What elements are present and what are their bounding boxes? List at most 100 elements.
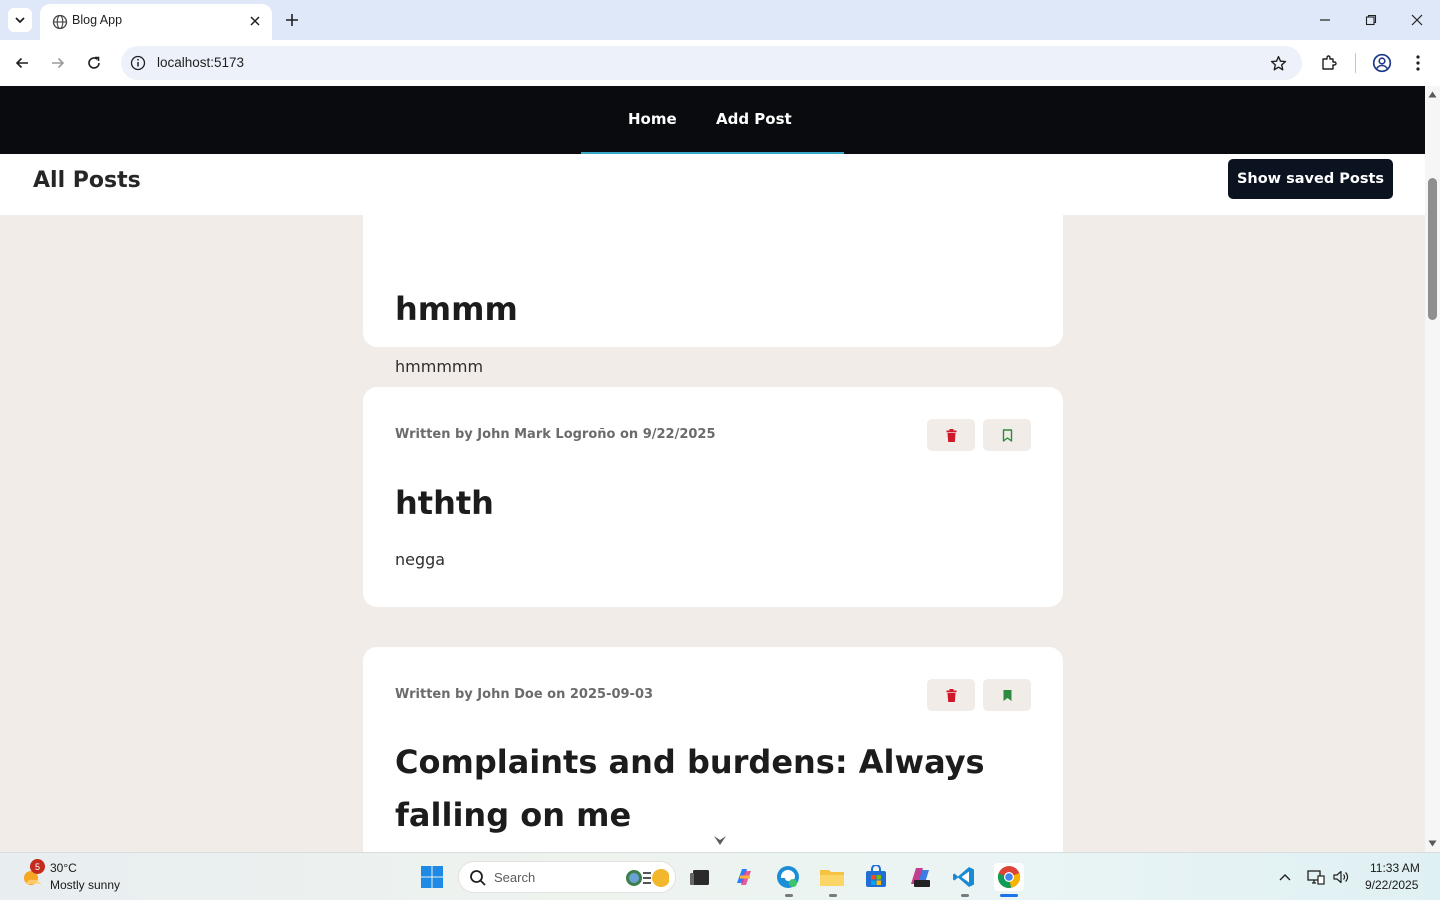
vscode-running-indicator <box>961 894 969 897</box>
profile-icon <box>1372 53 1392 73</box>
triangle-up-icon <box>1428 91 1437 98</box>
tab-close-button[interactable] <box>246 12 264 30</box>
bookmark-icon <box>1003 689 1011 701</box>
restore-button[interactable] <box>1361 10 1381 30</box>
tab-search-button[interactable] <box>8 8 32 32</box>
volume-button[interactable] <box>1331 867 1351 887</box>
tray-overflow-button[interactable] <box>1275 867 1295 887</box>
restore-icon <box>1365 14 1377 26</box>
browser-tab[interactable]: Blog App <box>40 4 272 40</box>
reload-icon <box>88 56 100 69</box>
copilot-icon <box>737 869 751 885</box>
page-scrollbar[interactable] <box>1425 86 1440 852</box>
weather-condition[interactable]: Mostly sunny <box>50 878 120 892</box>
puzzle-icon <box>1322 55 1337 70</box>
chrome-active-indicator <box>1000 894 1018 897</box>
post-card: Written by John Mark Logroño on 9/22/202… <box>363 387 1063 607</box>
site-info-button[interactable] <box>129 54 147 72</box>
post-title: Complaints and burdens: Always falling o… <box>395 743 985 834</box>
post-card: Written by John Doe on 2025-09-03 Compla… <box>363 647 1063 852</box>
task-view-icon <box>690 870 709 885</box>
post-meta: Written by John Doe on 2025-09-03 <box>395 687 654 702</box>
network-icon <box>1307 870 1325 885</box>
menu-button[interactable] <box>1407 52 1429 74</box>
browser-tab-strip: Blog App <box>0 0 1440 40</box>
task-view-button[interactable] <box>686 863 714 891</box>
info-icon <box>130 55 146 71</box>
file-explorer-button[interactable] <box>818 863 846 891</box>
address-bar[interactable]: localhost:5173 <box>121 46 1302 80</box>
profile-button[interactable] <box>1371 52 1393 74</box>
bookmark-star-button[interactable] <box>1268 53 1288 73</box>
top-navbar: Home Add Post <box>0 86 1425 154</box>
delete-post-button[interactable] <box>927 419 975 451</box>
close-icon <box>250 16 260 26</box>
speaker-icon <box>1333 870 1349 884</box>
nav-link-home[interactable]: Home <box>628 110 677 128</box>
save-post-button[interactable] <box>983 419 1031 451</box>
clock-date[interactable]: 9/22/2025 <box>1365 878 1418 892</box>
globe-icon <box>52 14 68 30</box>
extensions-button[interactable] <box>1318 52 1340 74</box>
bookmark-icon <box>1002 428 1012 442</box>
store-button[interactable] <box>862 863 890 891</box>
edge-running-indicator <box>785 894 793 897</box>
page-viewport: hmmm hmmmmm Written by John Mark Logroño… <box>0 86 1425 852</box>
minimize-icon <box>1320 19 1330 21</box>
page-title: All Posts <box>33 168 141 193</box>
scroll-down-arrow[interactable] <box>1428 839 1437 848</box>
store-icon <box>866 865 886 887</box>
folder-icon <box>820 870 844 886</box>
window-close-button[interactable] <box>1407 10 1427 30</box>
vscode-button[interactable] <box>950 863 978 891</box>
search-icon <box>470 870 486 886</box>
new-tab-button[interactable] <box>282 10 302 30</box>
scroll-up-arrow[interactable] <box>1428 90 1437 99</box>
copilot-button[interactable] <box>730 863 758 891</box>
edge-icon <box>777 866 799 888</box>
back-button[interactable] <box>11 52 33 74</box>
post-meta: Written by John Mark Logroño on 9/22/202… <box>395 427 716 442</box>
windows-start-icon[interactable] <box>420 865 444 889</box>
trash-icon <box>946 688 956 702</box>
trash-icon <box>946 428 956 442</box>
post-title: hthth <box>395 484 494 522</box>
taskbar-search[interactable]: Search <box>458 861 676 893</box>
clock-time[interactable]: 11:33 AM <box>1370 861 1420 875</box>
weather-temperature[interactable]: 30°C <box>50 861 77 875</box>
page-header: All Posts Show saved Posts <box>0 154 1425 215</box>
weather-notification-badge: 5 <box>30 859 45 874</box>
ms365-button[interactable] <box>906 863 934 891</box>
chevron-down-icon <box>15 17 25 24</box>
os-taskbar: 5 30°C Mostly sunny Search 11:33 AM 9/22… <box>0 852 1440 900</box>
tab-title: Blog App <box>72 13 123 27</box>
plus-icon <box>286 14 298 26</box>
vscode-icon <box>953 867 974 887</box>
toolbar-separator <box>1355 53 1356 73</box>
star-icon <box>1270 55 1286 70</box>
scrollbar-thumb[interactable] <box>1428 178 1437 320</box>
minimize-button[interactable] <box>1315 10 1335 30</box>
reload-button[interactable] <box>83 52 105 74</box>
post-title: hmmm <box>395 290 518 328</box>
scroll-down-hint[interactable] <box>707 830 733 852</box>
chevron-up-icon <box>1279 874 1291 881</box>
chrome-button[interactable] <box>994 863 1024 891</box>
forward-button[interactable] <box>47 52 69 74</box>
search-placeholder: Search <box>494 870 536 885</box>
show-saved-posts-button[interactable]: Show saved Posts <box>1228 159 1393 199</box>
network-button[interactable] <box>1306 867 1326 887</box>
explorer-running-indicator <box>829 894 837 897</box>
browser-toolbar: localhost:5173 <box>0 40 1440 86</box>
url-text[interactable]: localhost:5173 <box>157 55 244 70</box>
arrow-right-icon <box>52 57 65 69</box>
close-icon <box>1411 14 1423 26</box>
post-body: negga <box>395 550 446 569</box>
save-post-button[interactable] <box>983 679 1031 711</box>
delete-post-button[interactable] <box>927 679 975 711</box>
edge-button[interactable] <box>774 863 802 891</box>
arrow-left-icon <box>15 57 28 69</box>
chrome-icon <box>997 866 1021 888</box>
search-highlight-icon <box>626 869 669 887</box>
nav-link-add-post[interactable]: Add Post <box>716 110 792 128</box>
